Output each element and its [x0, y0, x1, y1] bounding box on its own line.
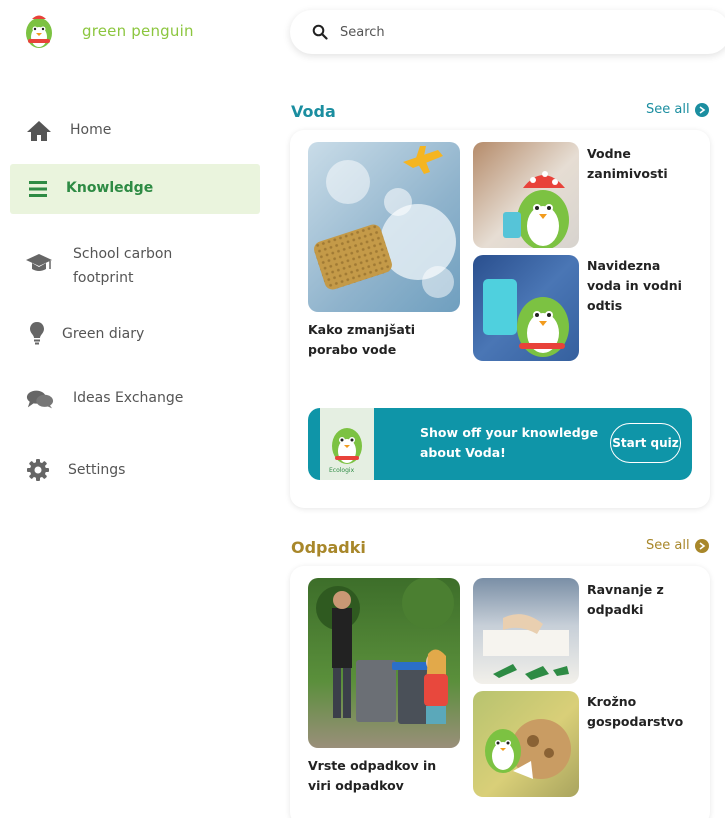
- title-line: Ravnanje z: [587, 582, 664, 597]
- arrow-right-icon: [694, 538, 709, 553]
- section-title-voda: Voda: [291, 102, 336, 121]
- quiz-logo-caption: Ecologix: [329, 467, 355, 474]
- article-title[interactable]: Ravnanje z odpadki: [587, 580, 664, 620]
- start-quiz-button[interactable]: Start quiz: [610, 423, 681, 463]
- see-all-label: See all: [646, 538, 690, 553]
- sidebar-item-ideas-exchange[interactable]: Ideas Exchange: [10, 359, 260, 434]
- sidebar-item-label: Knowledge: [66, 180, 154, 196]
- see-all-label: See all: [646, 102, 690, 117]
- article-title[interactable]: Vodne zanimivosti: [587, 144, 668, 184]
- app-name: green penguin: [82, 22, 194, 40]
- graduation-cap-icon: [25, 251, 53, 275]
- article-title[interactable]: Navidezna voda in vodni odtis: [587, 256, 682, 316]
- section-card-odpadki: Vrste odpadkov in viri odpadkov Ravnanje…: [290, 566, 710, 818]
- search-bar[interactable]: [290, 10, 725, 54]
- menu-icon: [24, 177, 52, 201]
- article-title[interactable]: Krožno gospodarstvo: [587, 692, 683, 732]
- sidebar-item-label: Home: [70, 122, 112, 138]
- sidebar-item-school-carbon-footprint[interactable]: School carbon footprint: [10, 214, 260, 316]
- sidebar-item-label: Green diary: [62, 326, 145, 342]
- sidebar-item-green-diary[interactable]: Green diary: [10, 316, 260, 359]
- title-line: zanimivosti: [587, 166, 668, 181]
- article-thumbnail[interactable]: [473, 255, 579, 361]
- see-all-link-voda[interactable]: See all: [646, 102, 709, 117]
- penguin-logo-icon: [26, 15, 52, 48]
- sidebar-item-label: School carbon footprint: [73, 242, 172, 290]
- sidebar-item-home[interactable]: Home: [10, 105, 260, 157]
- article-thumbnail[interactable]: [308, 142, 460, 312]
- quiz-banner: Ecologix Show off your knowledge about V…: [308, 408, 692, 480]
- gear-icon: [24, 458, 52, 482]
- sidebar-nav: Home Knowledge School carbon footprint G…: [10, 105, 260, 489]
- article-thumbnail[interactable]: [473, 142, 579, 248]
- search-input[interactable]: [340, 24, 700, 40]
- article-thumbnail[interactable]: [473, 691, 579, 797]
- title-line: Krožno: [587, 694, 637, 709]
- search-icon: [312, 24, 328, 40]
- sidebar-item-label: Settings: [68, 462, 126, 478]
- title-line: odpadki: [587, 602, 644, 617]
- sidebar-item-settings[interactable]: Settings: [10, 434, 260, 489]
- title-line: Navidezna: [587, 258, 661, 273]
- quiz-prompt: Show off your knowledge about Voda!: [420, 425, 599, 460]
- section-card-voda: Kako zmanjšati porabo vode Vodne zanimiv…: [290, 130, 710, 508]
- title-line: gospodarstvo: [587, 714, 684, 729]
- article-thumbnail[interactable]: [308, 578, 460, 748]
- title-line: Vodne: [587, 146, 631, 161]
- article-title[interactable]: Vrste odpadkov in viri odpadkov: [308, 756, 436, 796]
- arrow-right-icon: [694, 102, 709, 117]
- sidebar-item-label: Ideas Exchange: [73, 390, 184, 406]
- title-line: odtis: [587, 298, 623, 313]
- quiz-mascot: Ecologix: [320, 408, 374, 480]
- title-line: Vrste odpadkov in: [308, 758, 437, 773]
- article-title[interactable]: Kako zmanjšati porabo vode: [308, 320, 415, 360]
- lightbulb-icon: [23, 321, 51, 345]
- chat-bubbles-icon: [26, 387, 54, 411]
- sidebar-item-knowledge[interactable]: Knowledge: [10, 164, 260, 214]
- section-title-odpadki: Odpadki: [291, 538, 366, 557]
- title-line: viri odpadkov: [308, 778, 404, 793]
- article-thumbnail[interactable]: [473, 578, 579, 684]
- label-line: footprint: [73, 270, 134, 286]
- home-icon: [25, 119, 53, 143]
- app-logo[interactable]: green penguin: [22, 12, 194, 50]
- title-line: voda in vodni: [587, 278, 682, 293]
- see-all-link-odpadki[interactable]: See all: [646, 538, 709, 553]
- label-line: School carbon: [73, 246, 173, 262]
- title-line: porabo vode: [308, 342, 397, 357]
- title-line: Kako zmanjšati: [308, 322, 416, 337]
